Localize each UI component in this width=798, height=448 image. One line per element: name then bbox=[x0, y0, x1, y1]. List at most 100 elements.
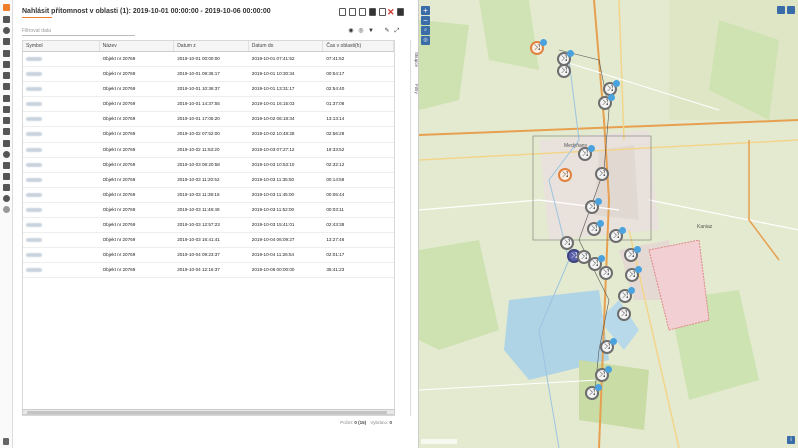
gear-icon[interactable] bbox=[3, 173, 10, 180]
date-from-cell: 2019-10-02 07:52:00 bbox=[177, 131, 220, 137]
wrench-icon[interactable] bbox=[3, 95, 10, 102]
map-marker[interactable]: ⤨ bbox=[617, 307, 631, 321]
column-header-duration[interactable]: Čas v oblasti(h) bbox=[323, 41, 394, 51]
symbol-redacted bbox=[26, 238, 42, 243]
map-marker[interactable]: ⤨ bbox=[600, 338, 617, 354]
eye-toggle-icon[interactable]: ◎ bbox=[358, 28, 364, 34]
map-marker[interactable]: ⤨ bbox=[530, 39, 547, 55]
selected-value: 0 bbox=[389, 420, 392, 425]
date-from-cell: 2019-10-01 09:36:17 bbox=[177, 71, 220, 77]
key-icon[interactable] bbox=[3, 184, 10, 191]
table-row[interactable]: Objekt nr 20769 2019-10-01 17:05:20 2019-1… bbox=[23, 112, 394, 128]
symbol-redacted bbox=[26, 162, 42, 167]
tag-icon[interactable] bbox=[3, 106, 10, 113]
map-marker[interactable]: ⤨ bbox=[595, 366, 612, 382]
title-underline bbox=[22, 17, 52, 18]
table-row[interactable]: Objekt nr 20769 2019-10-04 09:23:37 2019-1… bbox=[23, 248, 394, 264]
chat-icon[interactable] bbox=[3, 151, 10, 158]
map-search-button[interactable]: ⌕ bbox=[421, 26, 430, 35]
document-icon[interactable] bbox=[3, 38, 10, 45]
map-marker[interactable]: ⤨ bbox=[618, 287, 635, 303]
table-row[interactable]: Objekt nr 20769 2019-10-01 10:36:37 2019-1… bbox=[23, 82, 394, 98]
table-row[interactable]: Objekt nr 20769 2019-10-03 11:48:49 2019-1… bbox=[23, 203, 394, 219]
name-cell: Objekt nr 20769 bbox=[102, 86, 136, 92]
calendar-icon[interactable] bbox=[3, 61, 10, 68]
export-pdf-icon[interactable] bbox=[339, 8, 346, 16]
map-marker[interactable]: ⤨ bbox=[558, 168, 572, 182]
table-row[interactable]: Objekt nr 20769 2019-10-01 14:37:55 2019-1… bbox=[23, 97, 394, 113]
route-icon[interactable] bbox=[3, 50, 10, 57]
expand-icon[interactable] bbox=[379, 8, 386, 16]
map-location-button[interactable]: ◎ bbox=[421, 36, 430, 45]
filter-input[interactable] bbox=[22, 27, 135, 36]
symbol-cell bbox=[23, 188, 100, 202]
report-panel: Nahlásit přítomnost v oblasti (1): 2019-… bbox=[14, 0, 419, 448]
export-csv-icon[interactable] bbox=[359, 8, 366, 16]
close-icon[interactable]: ✕ bbox=[387, 8, 395, 17]
trash-icon[interactable] bbox=[3, 72, 10, 79]
table-row[interactable]: Objekt nr 20769 2019-10-03 08:20:58 2019-1… bbox=[23, 158, 394, 173]
map-fullscreen-icon[interactable] bbox=[787, 6, 795, 14]
column-header-symbol[interactable]: Symbol bbox=[23, 41, 100, 51]
map-marker[interactable]: ⤨ bbox=[587, 220, 604, 236]
table-row[interactable]: Objekt nr 20769 2019-10-01 09:36:17 2019-1… bbox=[23, 67, 394, 83]
symbol-cell bbox=[23, 67, 100, 81]
grid-icon[interactable] bbox=[3, 162, 10, 169]
table-row[interactable]: Objekt nr 20769 2019-10-01 00:00:00 2019-1… bbox=[23, 52, 394, 68]
horizontal-scrollbar[interactable] bbox=[22, 409, 395, 415]
table-row[interactable]: Objekt nr 20769 2019-10-02 07:52:00 2019-1… bbox=[23, 127, 394, 143]
map-marker[interactable]: ⤨ bbox=[599, 266, 613, 280]
date-to-cell: 2019-10-02 06:18:34 bbox=[251, 116, 295, 122]
fullscreen-icon[interactable]: ⤢ bbox=[394, 28, 400, 34]
zoom-out-button[interactable]: − bbox=[421, 16, 430, 25]
symbol-redacted bbox=[26, 102, 42, 107]
sliders-icon[interactable] bbox=[3, 117, 10, 124]
app-rail bbox=[0, 0, 13, 448]
help-icon[interactable] bbox=[3, 438, 9, 445]
map-marker[interactable]: ⤨ bbox=[625, 266, 642, 282]
list-icon[interactable] bbox=[3, 16, 10, 23]
zoom-in-button[interactable]: + bbox=[421, 6, 430, 15]
filter-icon[interactable]: ▼ bbox=[368, 28, 374, 34]
symbol-cell bbox=[23, 112, 100, 126]
chart-icon[interactable] bbox=[3, 83, 10, 90]
map-marker[interactable]: ⤨ bbox=[585, 198, 602, 214]
table-row[interactable]: Objekt nr 20769 2019-10-04 12:16:37 2019-1… bbox=[23, 263, 394, 279]
duration-cell: 02:01:17 bbox=[326, 252, 345, 258]
name-cell: Objekt nr 20769 bbox=[102, 56, 136, 61]
name-cell: Objekt nr 20769 bbox=[102, 131, 136, 137]
map-marker[interactable]: ⤨ bbox=[560, 236, 574, 250]
info-icon[interactable] bbox=[3, 27, 10, 34]
table-row[interactable]: Objekt nr 20769 2019-10-02 11:53:20 2019-1… bbox=[23, 143, 394, 158]
scrollbar-thumb[interactable] bbox=[27, 411, 387, 414]
user-icon[interactable] bbox=[3, 195, 10, 202]
table-row[interactable]: Objekt nr 20769 2019-10-03 11:38:16 2019-1… bbox=[23, 188, 394, 203]
map-marker[interactable]: ⤨ bbox=[595, 167, 609, 181]
map-info-icon[interactable]: i bbox=[787, 436, 795, 444]
table-row[interactable]: Objekt nr 20769 2019-10-03 12:57:23 2019-1… bbox=[23, 218, 394, 234]
map-marker[interactable]: ⤨ bbox=[598, 94, 615, 110]
map-marker[interactable]: ⤨ bbox=[609, 227, 626, 243]
pencil-icon[interactable]: ✎ bbox=[384, 28, 390, 34]
map-marker[interactable]: ⤨ bbox=[585, 384, 602, 400]
table-row[interactable]: Objekt nr 20769 2019-10-03 16:41:41 2019-1… bbox=[23, 233, 394, 249]
print-icon[interactable] bbox=[369, 8, 376, 16]
map-view[interactable]: Medyňany Kaniaz + − ⌕ ◎ i ⤨ ⤨ ⤨ ⤨ ⤨ ⤨ ⤨ … bbox=[418, 0, 798, 448]
app-logo-icon[interactable] bbox=[3, 4, 10, 11]
map-layers-icon[interactable] bbox=[777, 6, 785, 14]
star-icon[interactable] bbox=[3, 140, 10, 147]
globe-icon[interactable] bbox=[3, 206, 10, 213]
map-marker[interactable]: ⤨ bbox=[624, 246, 641, 262]
map-marker[interactable]: ⤨ bbox=[578, 145, 595, 161]
map-icon[interactable] bbox=[3, 128, 10, 135]
symbol-cell bbox=[23, 173, 100, 187]
eye-icon[interactable]: ◉ bbox=[348, 28, 354, 34]
maximize-icon[interactable] bbox=[397, 8, 404, 16]
column-header-date-to[interactable]: Datum do bbox=[249, 41, 324, 51]
export-xls-icon[interactable] bbox=[349, 8, 356, 16]
column-header-name[interactable]: Název bbox=[100, 41, 175, 51]
map-marker[interactable]: ⤨ bbox=[557, 64, 571, 78]
column-header-date-from[interactable]: Datum z bbox=[174, 41, 249, 51]
symbol-cell bbox=[23, 218, 100, 232]
table-row[interactable]: Objekt nr 20769 2019-10-03 11:20:52 2019-1… bbox=[23, 173, 394, 188]
